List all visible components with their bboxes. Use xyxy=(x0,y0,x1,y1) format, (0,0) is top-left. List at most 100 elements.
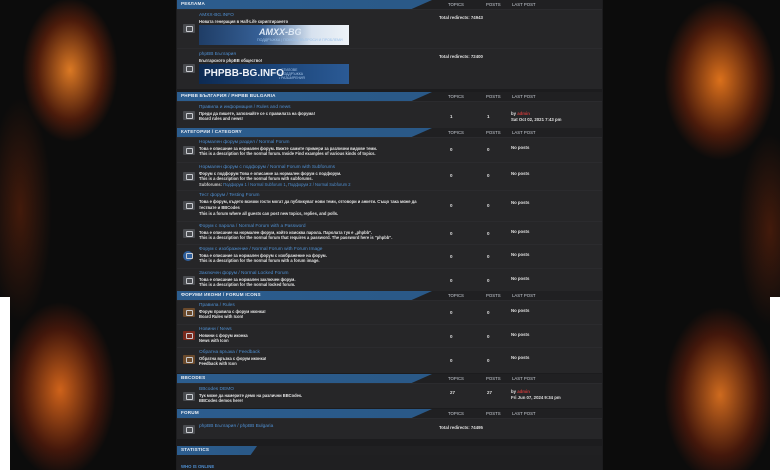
forum-desc: Българското phpBB общество! xyxy=(199,58,263,63)
forum-name[interactable]: Правила и информация / Rules and news xyxy=(199,105,291,110)
last-post-user[interactable]: admin xyxy=(517,111,530,116)
forum-desc: Това е форум, където всички гости могат … xyxy=(199,199,417,210)
forum-row-icon-news: Новини / News Новини с форум иконка News… xyxy=(177,324,602,347)
last-post-info: No posts xyxy=(511,229,530,234)
col-last-post: LAST POST xyxy=(512,375,536,381)
topic-count: 0 xyxy=(450,278,453,283)
last-post-user[interactable]: admin xyxy=(517,389,530,394)
post-count: 1 xyxy=(487,114,490,119)
forum-link-icon xyxy=(183,425,195,434)
col-posts: POSTS xyxy=(486,93,501,99)
section-title[interactable]: ФОРУМИ ИКОНИ / FORUM ICONS xyxy=(181,292,261,297)
col-last-post: LAST POST xyxy=(512,1,536,7)
redirect-count: Total redirects: 74495 xyxy=(439,425,483,430)
forum-name[interactable]: BBcodes DEMO xyxy=(199,387,234,392)
forum-desc-en: This is a forum where all guests can pos… xyxy=(199,211,339,216)
section-title[interactable]: РЕКЛАМА xyxy=(181,1,205,6)
forum-desc-en: Feedback with Icon xyxy=(199,361,237,366)
forum-name[interactable]: Нормален форум раздел / Normal Forum xyxy=(199,140,290,145)
forum-name[interactable]: phpBB България / phpBB Bulgaria xyxy=(199,424,273,429)
topic-count: 0 xyxy=(450,334,453,339)
redirect-count: Total redirects: 74943 xyxy=(439,15,483,20)
subforum-link[interactable]: Подфорум 2 / Normal Subforum 2 xyxy=(288,182,351,187)
forum-link-icon xyxy=(183,24,195,33)
forum-name[interactable]: Нормален форум с подфорум / Normal Forum… xyxy=(199,165,335,170)
col-last-post: LAST POST xyxy=(512,292,536,298)
last-post-info: No posts xyxy=(511,355,530,360)
forum-name[interactable]: Правила / Rules xyxy=(199,303,235,308)
col-topics: TOPICS xyxy=(448,375,464,381)
who-online-title[interactable]: WHO IS ONLINE xyxy=(181,464,214,469)
forum-name[interactable]: AMXX-BG.INFO xyxy=(199,13,234,18)
forum-read-icon xyxy=(183,172,195,181)
topic-count: 0 xyxy=(450,203,453,208)
section-header: STATISTICS xyxy=(177,446,602,455)
last-post-info: No posts xyxy=(511,308,530,313)
forum-desc-en: This is a description for the normal for… xyxy=(199,258,320,263)
rules-icon xyxy=(183,308,195,317)
forum-desc-en: This is a description for the normal for… xyxy=(199,176,313,181)
topic-count: 27 xyxy=(450,390,456,395)
col-posts: POSTS xyxy=(486,410,501,416)
forum-section-phpbb-bulgaria: PHPBB БЪЛГАРИЯ / PHPBB BULGARIA TOPICS P… xyxy=(177,92,602,128)
post-count: 0 xyxy=(487,231,490,236)
last-post-info: No posts xyxy=(511,276,530,281)
forum-row-testing: Тест форум / Testing Forum Това е форум,… xyxy=(177,190,602,221)
forum-row-link: phpBB България / phpBB Bulgaria Total re… xyxy=(177,418,602,439)
banner-amxx[interactable]: AMXX-BG ПОДДРЪЖКА | ПОМОЩ, ВЪПРОСИ И ПРО… xyxy=(199,25,349,45)
subforums-list: Subforums: Подфорум 1 / Normal Subforum … xyxy=(199,182,351,187)
last-post-date: Fri Jun 07, 2024 9:34 pm xyxy=(511,395,561,400)
section-title[interactable]: BBCODES xyxy=(181,375,205,380)
section-header: КАТЕГОРИИ / CATEGORY TOPICS POSTS LAST P… xyxy=(177,128,602,137)
forum-desc-en: This is a description for the normal loc… xyxy=(199,282,296,287)
forum-desc-en: Board rules and news! xyxy=(199,116,243,121)
forum-name[interactable]: Форум с парола / Normal Forum with a Pas… xyxy=(199,224,306,229)
topic-count: 0 xyxy=(450,358,453,363)
forum-name[interactable]: Обратна връзка / Feedback xyxy=(199,350,260,355)
post-count: 0 xyxy=(487,203,490,208)
fire-background-right xyxy=(600,0,780,470)
col-topics: TOPICS xyxy=(448,1,464,7)
forum-row-normal: Нормален форум раздел / Normal Forum Тов… xyxy=(177,137,602,162)
col-posts: POSTS xyxy=(486,375,501,381)
col-topics: TOPICS xyxy=(448,410,464,416)
subforum-link[interactable]: Подфорум 1 / Normal Subforum 1 xyxy=(223,182,286,187)
forum-row-locked: Заключен форум / Normal Locked Forum Тов… xyxy=(177,268,602,293)
topic-count: 0 xyxy=(450,310,453,315)
last-post-info: No posts xyxy=(511,200,530,205)
forum-desc-en: BBCodes demos here! xyxy=(199,398,243,403)
post-count: 0 xyxy=(487,254,490,259)
forum-section-advert: РЕКЛАМА TOPICS POSTS LAST POST AMXX-BG.I… xyxy=(177,0,602,89)
section-title[interactable]: КАТЕГОРИИ / CATEGORY xyxy=(181,129,242,134)
forum-row-rules: Правила и информация / Rules and news Пр… xyxy=(177,101,602,128)
forum-name[interactable]: Тест форум / Testing Forum xyxy=(199,193,260,198)
col-posts: POSTS xyxy=(486,292,501,298)
banner-subtitle: • СТИЛОВЕ • ПОДДРЪЖКА • РАЗШИРЕНИЯ xyxy=(279,68,305,81)
post-count: 27 xyxy=(487,390,493,395)
forum-name[interactable]: Новини / News xyxy=(199,327,232,332)
post-count: 0 xyxy=(487,173,490,178)
page-edge-left xyxy=(0,297,10,470)
forum-name[interactable]: phpBB България xyxy=(199,52,236,57)
post-count: 0 xyxy=(487,334,490,339)
page-edge-right xyxy=(770,297,780,470)
section-title[interactable]: PHPBB БЪЛГАРИЯ / PHPBB BULGARIA xyxy=(181,93,276,98)
forum-name[interactable]: Заключен форум / Normal Locked Forum xyxy=(199,271,288,276)
col-last-post: LAST POST xyxy=(512,129,536,135)
section-header: PHPBB БЪЛГАРИЯ / PHPBB BULGARIA TOPICS P… xyxy=(177,92,602,101)
topic-count: 0 xyxy=(450,147,453,152)
forum-desc-en: Board Rules with Icon! xyxy=(199,314,244,319)
banner-title: PHPBB-BG.INFO xyxy=(204,68,284,79)
last-post-info: No posts xyxy=(511,145,530,150)
forum-read-icon xyxy=(183,201,195,210)
forum-name[interactable]: Форум с изображение / Normal Forum with … xyxy=(199,247,322,252)
forum-locked-icon xyxy=(183,276,195,285)
forum-row-amxx: AMXX-BG.INFO Новата генерация в Half-Lif… xyxy=(177,9,602,48)
col-topics: TOPICS xyxy=(448,129,464,135)
banner-phpbb-bg[interactable]: PHPBB-BG.INFO • СТИЛОВЕ • ПОДДРЪЖКА • РА… xyxy=(199,64,349,84)
topic-count: 1 xyxy=(450,114,453,119)
forum-section-forum: FORUM TOPICS POSTS LAST POST phpBB Бълга… xyxy=(177,409,602,439)
section-header: ФОРУМИ ИКОНИ / FORUM ICONS TOPICS POSTS … xyxy=(177,291,602,300)
section-title[interactable]: FORUM xyxy=(181,410,199,415)
forum-image-icon xyxy=(183,251,193,261)
